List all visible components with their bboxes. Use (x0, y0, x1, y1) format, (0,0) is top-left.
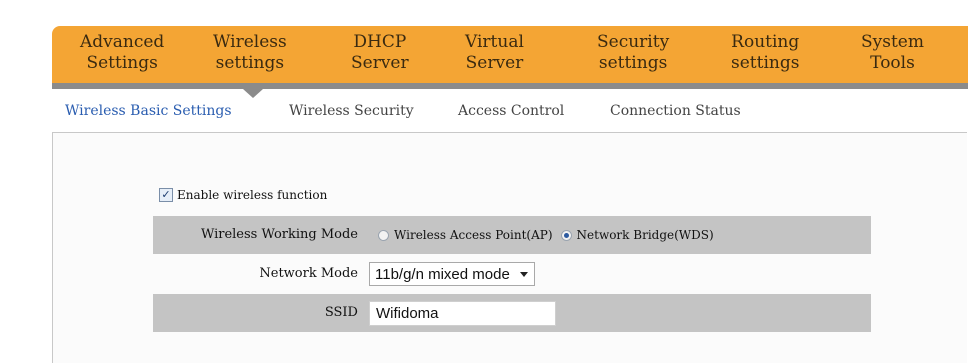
enable-wireless-label: Enable wireless function (177, 188, 328, 202)
network-mode-cell: 11b/g/n mixed mode (369, 255, 535, 293)
tab-wireless-security[interactable]: Wireless Security (289, 103, 414, 119)
ssid-cell: Wifidoma (369, 294, 556, 332)
network-mode-row: Network Mode 11b/g/n mixed mode (153, 255, 871, 293)
menu-virtual-server[interactable]: Virtual Server (465, 32, 524, 74)
radio-button-icon[interactable] (378, 229, 389, 241)
menu-label-line1: Routing (731, 32, 800, 52)
network-mode-label: Network Mode (259, 266, 358, 281)
radio-network-bridge[interactable]: Network Bridge(WDS) (560, 228, 714, 242)
tab-connection-status[interactable]: Connection Status (610, 103, 741, 119)
menu-label-line1: DHCP (353, 32, 407, 52)
menu-advanced-settings[interactable]: Advanced Settings (80, 32, 164, 74)
menu-label-line2: Server (465, 53, 524, 73)
chevron-down-icon (519, 271, 528, 277)
menu-label-line2: settings (215, 53, 285, 73)
menu-label-line1: Security (597, 32, 670, 52)
ssid-row: SSID Wifidoma (153, 294, 871, 332)
menu-security-settings[interactable]: Security settings (597, 32, 669, 74)
working-mode-label: Wireless Working Mode (200, 227, 358, 242)
top-menu-bar: Advanced Settings Wireless settings DHCP… (52, 26, 968, 83)
menu-label-line1: Advanced (80, 32, 165, 52)
working-mode-options: Wireless Access Point(AP) Network Bridge… (378, 216, 722, 254)
radio-access-point-label: Wireless Access Point(AP) (394, 228, 553, 242)
menu-label-line1: Virtual (465, 32, 524, 52)
menu-system-tools[interactable]: System Tools (861, 32, 924, 74)
ssid-label: SSID (324, 305, 358, 320)
menu-bar-underline (52, 83, 968, 89)
enable-wireless-row: ✓ Enable wireless function (159, 188, 327, 202)
tab-access-control[interactable]: Access Control (458, 103, 564, 119)
menu-label-line2: settings (731, 53, 800, 73)
menu-routing-settings[interactable]: Routing settings (731, 32, 799, 74)
radio-button-checked-icon[interactable] (560, 229, 572, 241)
network-mode-select[interactable]: 11b/g/n mixed mode (369, 262, 535, 286)
enable-wireless-checkbox[interactable]: ✓ (159, 188, 173, 202)
radio-access-point[interactable]: Wireless Access Point(AP) (378, 228, 553, 242)
menu-label-line1: Wireless (213, 32, 287, 52)
network-mode-selected-value: 11b/g/n mixed mode (375, 265, 510, 283)
menu-dhcp-server[interactable]: DHCP Server (351, 32, 409, 74)
working-mode-row: Wireless Working Mode Wireless Access Po… (153, 216, 871, 254)
menu-label-line2: Server (351, 53, 409, 73)
radio-network-bridge-label: Network Bridge(WDS) (576, 228, 714, 242)
tab-wireless-basic-settings[interactable]: Wireless Basic Settings (65, 103, 232, 119)
ssid-input[interactable]: Wifidoma (369, 300, 556, 326)
active-menu-pointer-icon (243, 89, 263, 98)
menu-label-line2: Settings (86, 53, 158, 73)
menu-wireless-settings[interactable]: Wireless settings (213, 32, 287, 74)
menu-label-line2: Tools (870, 53, 915, 73)
menu-label-line1: System (861, 32, 924, 52)
menu-label-line2: settings (598, 53, 668, 73)
